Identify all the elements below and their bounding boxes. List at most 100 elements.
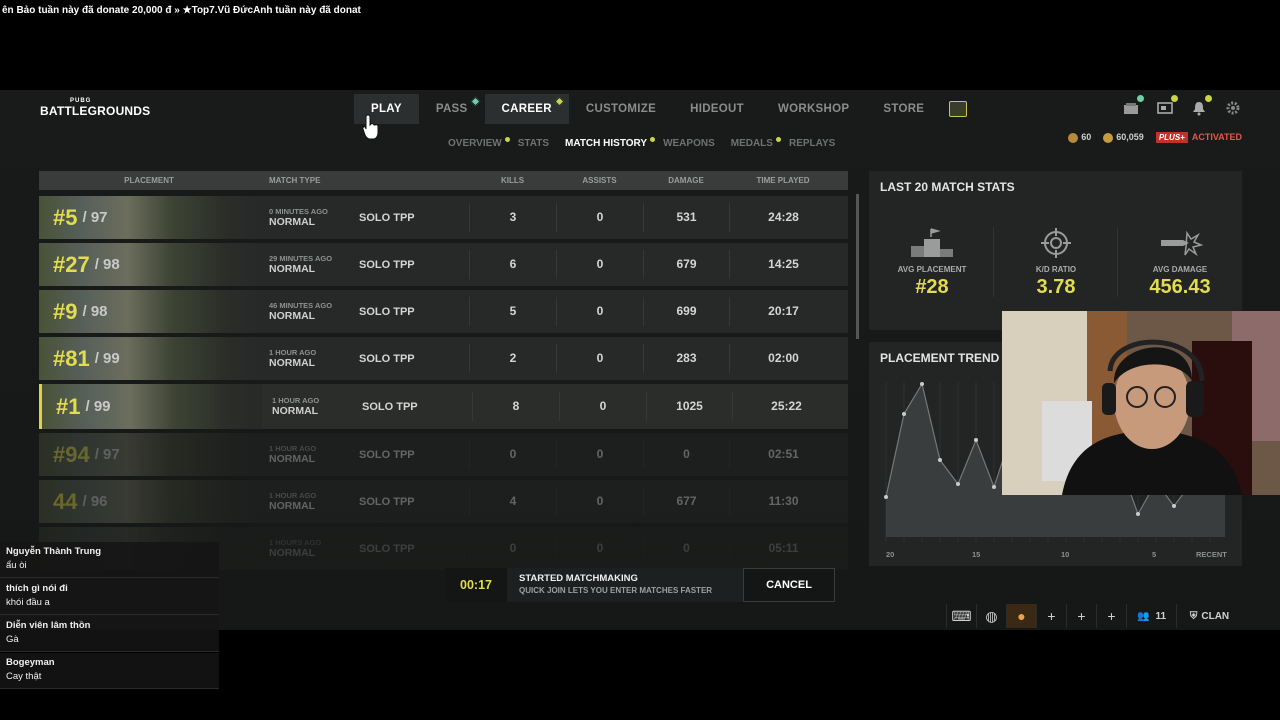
gcoin-balance[interactable]: 60,059: [1103, 132, 1144, 143]
subnav-replays[interactable]: REPLAYS: [789, 138, 851, 149]
avatar[interactable]: ●: [1006, 604, 1036, 628]
placement-total: / 97: [94, 446, 120, 463]
damage-cell: 0: [643, 440, 729, 469]
friends-button[interactable]: 👥 11: [1126, 604, 1176, 628]
match-row[interactable]: #27/ 98 29 MINUTES AGO NORMAL SOLO TPP 6 0 679…: [39, 243, 848, 286]
placement-rank: #1: [56, 393, 81, 419]
match-row[interactable]: #94/ 97 1 HOUR AGO NORMAL SOLO TPP 0 0 0 02:51: [39, 433, 848, 476]
placement-total: / 98: [82, 303, 108, 320]
chat-text: khói đầu a: [6, 597, 50, 608]
clan-label: CLAN: [1201, 610, 1230, 622]
nav-customize-label: CUSTOMIZE: [585, 103, 657, 115]
new-indicator-icon: [470, 96, 480, 107]
nav-hideout[interactable]: HIDEOUT: [673, 94, 761, 124]
match-type: SOLO TPP: [359, 258, 415, 271]
chest-icon[interactable]: [949, 101, 968, 117]
chat-message: thích gì nói đi khói đầu a: [0, 579, 219, 615]
nav-store[interactable]: STORE: [866, 94, 941, 124]
match-type: SOLO TPP: [359, 352, 415, 365]
assists-cell: 0: [559, 392, 646, 421]
placement-total: / 96: [82, 493, 108, 510]
plus-activated: ACTIVATED: [1191, 132, 1242, 142]
add-party-slot-icon[interactable]: +: [1096, 604, 1126, 628]
time-played-cell: 14:25: [729, 250, 837, 279]
trend-x-label: 5: [1152, 550, 1157, 559]
nav-workshop[interactable]: WORKSHOP: [761, 94, 866, 124]
match-row[interactable]: #1/ 99 1 HOUR AGO NORMAL SOLO TPP 8 0 1025 25:2…: [39, 384, 848, 429]
nav-customize[interactable]: CUSTOMIZE: [569, 94, 673, 124]
damage-cell: 0: [643, 534, 729, 563]
social-bar: ⌨ ◍ ● + + + 👥 11 ⛨ CLAN: [946, 604, 1242, 628]
match-ago: 1 HOUR AGO: [269, 491, 317, 500]
chat-text: Cay thật: [6, 671, 42, 682]
inventory-icon[interactable]: [1122, 95, 1144, 116]
cancel-matchmaking-button[interactable]: CANCEL: [743, 568, 835, 602]
scrollbar[interactable]: [856, 194, 859, 339]
bullet-impact-icon: [1161, 230, 1203, 257]
plus-status[interactable]: PLUS+ ACTIVATED: [1155, 132, 1242, 143]
kills-cell: 5: [469, 297, 556, 326]
match-mode: NORMAL: [269, 263, 316, 275]
mail-icon[interactable]: [1156, 95, 1178, 116]
friends-count: 11: [1155, 610, 1167, 622]
matchmaking-info: STARTED MATCHMAKING QUICK JOIN LETS YOU …: [507, 568, 743, 602]
bp-amount: 60: [1081, 132, 1092, 143]
subnav-match-history[interactable]: MATCH HISTORY: [565, 136, 663, 149]
trend-x-label: 20: [886, 550, 895, 559]
match-row[interactable]: #81/ 99 1 HOUR AGO NORMAL SOLO TPP 2 0 283 02:0…: [39, 337, 848, 380]
subnav-weapons[interactable]: WEAPONS: [663, 138, 731, 149]
match-ago: 29 MINUTES AGO: [269, 254, 333, 263]
placement-rank: #9: [53, 298, 78, 324]
damage-cell: 1025: [646, 392, 732, 421]
add-party-slot-icon[interactable]: +: [1066, 604, 1096, 628]
assists-cell: 0: [556, 203, 643, 232]
trend-x-label: 10: [1061, 550, 1070, 559]
kills-cell: 4: [469, 487, 556, 516]
chat-message: Diễn viên lâm thồn Gà: [0, 616, 219, 652]
match-mode: NORMAL: [269, 500, 316, 512]
kills-cell: 3: [469, 203, 556, 232]
world-icon[interactable]: ◍: [976, 604, 1006, 628]
match-mode: NORMAL: [269, 547, 316, 559]
avg-damage-value: 456.43: [1149, 276, 1211, 298]
subnav-stats[interactable]: STATS: [518, 138, 565, 149]
damage-cell: 679: [643, 250, 729, 279]
bp-balance[interactable]: 60: [1068, 132, 1091, 143]
match-time-cell: 1 HOUR AGO NORMAL: [259, 348, 359, 369]
placement-total: / 98: [94, 256, 120, 273]
donation-ticker: ên Bảo tuần này đã donate 20,000 đ » ★To…: [2, 5, 361, 16]
nav-pass[interactable]: PASS: [419, 94, 485, 124]
match-row[interactable]: #5/ 97 0 MINUTES AGO NORMAL SOLO TPP 3 0 531 24…: [39, 196, 848, 239]
match-row[interactable]: 44/ 96 1 HOUR AGO NORMAL SOLO TPP 4 0 677 11:30: [39, 480, 848, 523]
kd-ratio-stat: K/D RATIO 3.78: [994, 227, 1118, 299]
damage-cell: 677: [643, 487, 729, 516]
match-ago: 1 HOUR AGO: [269, 444, 317, 453]
nav-career[interactable]: CAREER: [484, 94, 569, 124]
placement-cell: #27/ 98: [39, 243, 259, 286]
settings-gear-icon[interactable]: [1224, 100, 1242, 116]
pubg-logo[interactable]: PUBG BATTLEGROUNDS: [40, 98, 150, 122]
subnav-overview[interactable]: OVERVIEW: [448, 136, 518, 149]
matchmaking-title: STARTED MATCHMAKING: [519, 573, 638, 584]
keyboard-icon[interactable]: ⌨: [946, 604, 976, 628]
time-played-cell: 05:11: [729, 534, 837, 563]
avg-damage-label: AVG DAMAGE: [1152, 265, 1208, 274]
top-icons: [1122, 95, 1242, 116]
subnav-medals[interactable]: MEDALS: [731, 136, 789, 149]
match-time-cell: 46 MINUTES AGO NORMAL: [259, 301, 359, 322]
chat-user: Diễn viên lâm thồn: [6, 620, 91, 631]
subnav-overview-label: OVERVIEW: [448, 137, 502, 149]
nav-hideout-label: HIDEOUT: [690, 103, 744, 115]
match-mode: NORMAL: [272, 405, 319, 417]
subnav-weapons-label: WEAPONS: [663, 137, 715, 149]
kd-ratio-label: K/D RATIO: [1035, 265, 1077, 274]
career-subnav: OVERVIEW STATS MATCH HISTORY WEAPONS MED…: [448, 134, 851, 152]
bell-icon[interactable]: [1190, 95, 1212, 116]
assists-cell: 0: [556, 344, 643, 373]
add-party-slot-icon[interactable]: +: [1036, 604, 1066, 628]
clan-icon: ⛨: [1189, 610, 1198, 622]
match-row[interactable]: #9/ 98 46 MINUTES AGO NORMAL SOLO TPP 5 0 699 2…: [39, 290, 848, 333]
clan-button[interactable]: ⛨ CLAN: [1176, 604, 1242, 628]
match-type: SOLO TPP: [359, 211, 415, 224]
subnav-replays-label: REPLAYS: [788, 137, 836, 149]
